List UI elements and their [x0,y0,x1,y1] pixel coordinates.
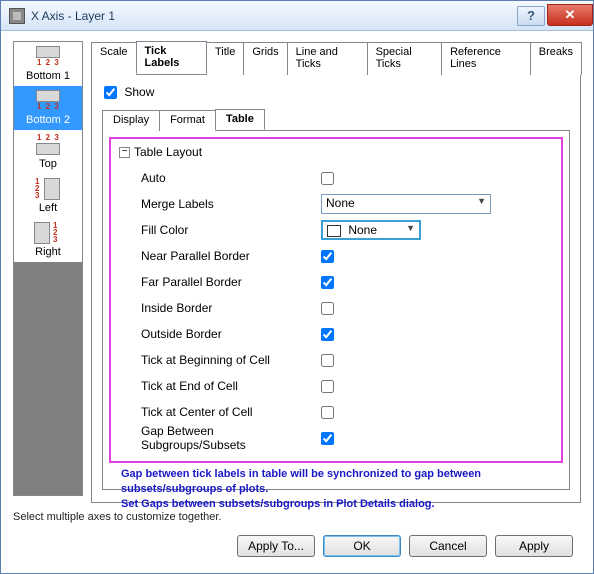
tab-reference-lines[interactable]: Reference Lines [441,42,531,75]
tick-end-checkbox[interactable] [321,380,334,393]
footnote-text: Select multiple axes to customize togeth… [13,511,579,523]
tick-begin-checkbox[interactable] [321,354,334,367]
sidebar-item-left[interactable]: 123 Left [14,174,82,218]
sidebar-item-top[interactable]: 1 2 3 Top [14,130,82,174]
axis-sidebar: 1 2 3 Bottom 1 1 2 3 Bottom 2 1 2 3 [13,41,83,496]
tab-tick-labels[interactable]: Tick Labels [136,41,207,74]
axis-left-icon: 123 [30,178,66,200]
chevron-down-icon: ▼ [406,223,415,233]
sidebar-item-label: Right [35,246,61,258]
fill-color-value: None [348,223,377,237]
main-tabs: Scale Tick Labels Title Grids Line and T… [91,41,581,75]
sidebar-item-label: Bottom 1 [26,70,70,82]
cancel-button[interactable]: Cancel [409,535,487,557]
gap-subgroups-label: Gap Between Subgroups/Subsets [141,424,321,452]
sidebar-item-label: Top [39,158,57,170]
tick-begin-label: Tick at Beginning of Cell [141,353,321,367]
apply-to-button[interactable]: Apply To... [237,535,315,557]
axis-bottom-icon: 1 2 3 [30,90,66,112]
auto-checkbox[interactable] [321,172,334,185]
merge-labels-label: Merge Labels [141,197,321,211]
subtab-table[interactable]: Table [215,109,265,130]
outside-border-label: Outside Border [141,327,321,341]
axis-right-icon: 123 [30,222,66,244]
note-line1: Gap between tick labels in table will be… [121,467,561,497]
far-parallel-label: Far Parallel Border [141,275,321,289]
far-parallel-checkbox[interactable] [321,276,334,289]
sidebar-filler [14,262,82,495]
app-icon [9,8,25,24]
titlebar[interactable]: X Axis - Layer 1 ? ✕ [1,1,593,31]
axis-top-icon: 1 2 3 [30,134,66,156]
sidebar-item-bottom2[interactable]: 1 2 3 Bottom 2 [14,86,82,130]
gap-subgroups-checkbox[interactable] [321,432,334,445]
close-button[interactable]: ✕ [547,4,593,26]
subtab-format[interactable]: Format [159,110,216,131]
note-line2: Set Gaps between subsets/subgroups in Pl… [121,497,561,512]
window-title: X Axis - Layer 1 [31,9,515,23]
sidebar-item-bottom1[interactable]: 1 2 3 Bottom 1 [14,42,82,86]
sidebar-item-right[interactable]: 123 Right [14,218,82,262]
chevron-down-icon: ▼ [477,196,486,206]
tab-grids[interactable]: Grids [243,42,287,75]
merge-labels-value: None [326,196,355,210]
dialog-window: X Axis - Layer 1 ? ✕ 1 2 3 Bottom 1 1 [0,0,594,574]
subtab-display[interactable]: Display [102,110,160,131]
sidebar-item-label: Bottom 2 [26,114,70,126]
fill-color-select[interactable]: None ▼ [321,220,421,240]
help-button[interactable]: ? [517,6,545,26]
tab-scale[interactable]: Scale [91,42,137,75]
tab-breaks[interactable]: Breaks [530,42,582,75]
tab-line-ticks[interactable]: Line and Ticks [287,42,368,75]
sub-tabs: Display Format Table [102,109,570,130]
apply-button[interactable]: Apply [495,535,573,557]
table-layout-group: − Table Layout Auto Merge Labels None [109,137,563,463]
sidebar-item-label: Left [39,202,57,214]
ok-button[interactable]: OK [323,535,401,557]
outside-border-checkbox[interactable] [321,328,334,341]
tab-special-ticks[interactable]: Special Ticks [367,42,442,75]
tick-end-label: Tick at End of Cell [141,379,321,393]
collapse-toggle[interactable]: − [119,147,130,158]
merge-labels-select[interactable]: None ▼ [321,194,491,214]
near-parallel-label: Near Parallel Border [141,249,321,263]
inside-border-checkbox[interactable] [321,302,334,315]
near-parallel-checkbox[interactable] [321,250,334,263]
axis-bottom-icon: 1 2 3 [30,46,66,68]
tab-title[interactable]: Title [206,42,244,75]
tick-center-label: Tick at Center of Cell [141,405,321,419]
auto-label: Auto [141,171,321,185]
show-checkbox-label[interactable]: Show [104,85,154,99]
table-layout-header: Table Layout [134,145,202,159]
inside-border-label: Inside Border [141,301,321,315]
fill-color-label: Fill Color [141,223,321,237]
sync-note: Gap between tick labels in table will be… [121,467,561,512]
show-label-text: Show [124,85,154,99]
tick-center-checkbox[interactable] [321,406,334,419]
show-checkbox[interactable] [104,86,117,99]
color-swatch [327,225,341,237]
